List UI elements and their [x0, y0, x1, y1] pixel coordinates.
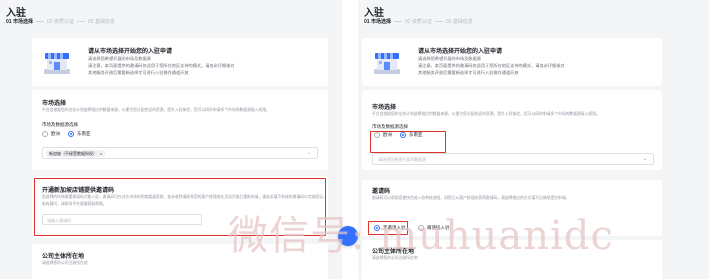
radio-label: 东南亚: [409, 132, 423, 137]
step-basic-info[interactable]: 03 基础信息: [88, 18, 115, 25]
banner-text: 其他服务开放后需要新选择才可进行入驻操作通道开放: [418, 70, 519, 75]
market-field-label: 市场及数据源选择: [42, 122, 78, 127]
select-placeholder: 请选择您希望开展的数据源: [378, 157, 426, 162]
store-icon: [374, 53, 400, 74]
input-placeholder: 请输入邀请码: [47, 218, 71, 223]
radio-europe[interactable]: 欧洲: [42, 131, 60, 137]
close-icon[interactable]: ×: [100, 151, 102, 156]
step-divider: [76, 21, 85, 22]
radio-europe[interactable]: 欧洲: [374, 132, 392, 138]
page-title: 入驻: [6, 8, 26, 19]
invite-desc: 您选择的市场需要邀请码才能入驻，邀请码可在对应市场的招商渠道获取，若未收到请联系…: [42, 195, 327, 199]
selected-market-tag: 新加坡（不接受数据授权） ×: [46, 150, 106, 157]
market-desc: 平台会根据您的业务计划选择相应的数据来源，以便为您分配合适的资源，提升入驻体验，…: [42, 108, 270, 112]
radio-circle: [68, 131, 74, 137]
invite-desc: 邀请码可以帮助您更快完成入驻审核流程，如您已从客户经理处获得邀请码，请选择相应的…: [372, 196, 570, 200]
step-divider: [35, 21, 44, 22]
radio-label: 东南亚: [77, 131, 91, 136]
intro-banner: 请从市场选择开始您的入驻申请 请选择您希望开展的市场及数据源 请注意，本页面提供…: [362, 38, 662, 86]
banner-text: 请注意，本页面提供的邀请码仅适用于您所在地区支持的模式，请务必仔细核对: [88, 63, 235, 68]
radio-southeast-asia[interactable]: 东南亚: [68, 131, 91, 137]
step-market[interactable]: 01 市场选择: [6, 18, 33, 25]
store-icon: [44, 53, 70, 74]
radio-circle: [374, 132, 380, 138]
radio-southeast-asia[interactable]: 东南亚: [400, 132, 423, 138]
banner-title: 请从市场选择开始您的入驻申请: [418, 49, 503, 55]
radio-circle: [400, 132, 406, 138]
banner-text: 请注意，本页面提供的邀请码仅适用于您所在地区支持的模式，请务必仔细核对: [418, 63, 565, 68]
radio-label: 欧洲: [383, 132, 392, 137]
market-select[interactable]: 请选择您希望开展的数据源 ⌄: [372, 153, 654, 165]
step-qualification[interactable]: 02 资质认证: [405, 18, 432, 25]
step-divider: [393, 21, 402, 22]
intro-banner: 请从市场选择开始您的入驻申请 请选择您希望开展的市场及数据源 请注意，本页面提供…: [32, 38, 328, 86]
invite-title: 邀请码: [372, 189, 391, 195]
market-title: 市场选择: [372, 105, 397, 111]
market-section: 市场选择 平台会根据您的业务计划选择相应的数据来源，以便为您分配合适的资源，提升…: [32, 90, 328, 170]
entity-desc: 请选择您的公司注册所在地: [42, 261, 88, 265]
entity-title: 公司主体所在地: [42, 254, 85, 260]
tag-label: 新加坡（不接受数据授权）: [49, 150, 97, 156]
banner-text: 请选择您希望开展的市场及数据源: [88, 56, 151, 61]
watermark-text: 微信号: muhuanidc: [228, 213, 614, 259]
banner-text: 其他服务开放后需要新选择才可进行入驻操作通道开放: [88, 70, 189, 75]
step-basic-info[interactable]: 03 基础信息: [446, 18, 473, 25]
market-desc: 平台会根据您的业务计划选择相应的数据来源，以便为您分配合适的资源，提升入驻体验，…: [372, 112, 600, 116]
step-qualification[interactable]: 02 资质认证: [47, 18, 74, 25]
market-section: 市场选择 平台会根据您的业务计划选择相应的数据来源，以便为您分配合适的资源，提升…: [362, 90, 662, 170]
invite-title: 开通新加坡店铺提供邀请码: [42, 188, 115, 194]
radio-circle: [42, 131, 48, 137]
invite-code-input[interactable]: 请输入邀请码: [42, 214, 202, 225]
market-field-label: 市场及数据源选择: [372, 124, 408, 129]
chevron-down-icon: ⌄: [642, 156, 647, 162]
radio-label: 欧洲: [51, 131, 60, 136]
step-indicator: 01 市场选择 02 资质认证 03 基础信息: [364, 18, 473, 25]
banner-text: 请选择您希望开展的市场及数据源: [418, 56, 481, 61]
banner-title: 请从市场选择开始您的入驻申请: [88, 49, 173, 55]
market-title: 市场选择: [42, 101, 67, 107]
invite-desc: 若有疑问，请联系平台客服获取帮助。: [42, 202, 107, 206]
step-indicator: 01 市场选择 02 资质认证 03 基础信息: [6, 18, 115, 25]
step-divider: [434, 21, 443, 22]
page-title: 入驻: [364, 8, 384, 19]
chevron-down-icon: ⌄: [306, 150, 311, 156]
market-select[interactable]: 新加坡（不接受数据授权） × ⌄: [42, 147, 318, 159]
step-market[interactable]: 01 市场选择: [364, 18, 391, 25]
